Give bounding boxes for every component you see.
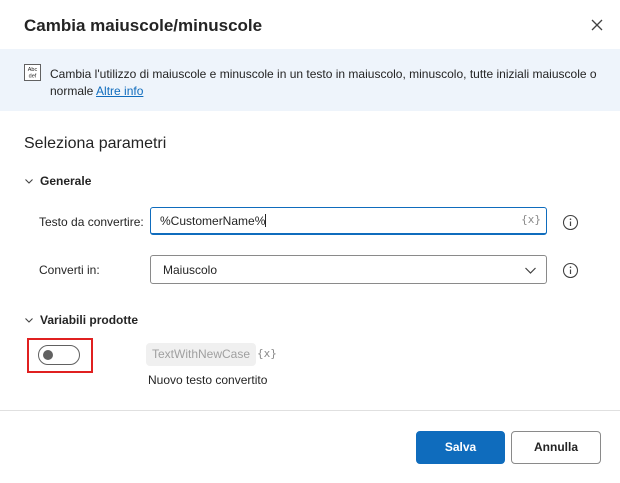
produced-variables-label: Variabili prodotte [40,313,139,327]
text-case-icon-top: Abc [28,67,38,73]
text-to-convert-input[interactable]: %CustomerName% {x} [150,207,547,235]
chevron-down-icon [25,179,33,184]
change-case-dialog: Cambia maiuscole/minuscole Abc def Cambi… [0,0,620,483]
produced-variables-group-header[interactable]: Variabili prodotte [24,313,138,327]
variable-token-icon: {x} [257,347,277,360]
variable-name-chip[interactable]: TextWithNewCase [146,343,257,366]
convert-to-select[interactable]: Maiuscolo [150,255,547,284]
close-icon [591,19,603,31]
section-title: Seleziona parametri [24,135,167,152]
info-circle-icon[interactable] [562,214,579,231]
toggle-knob [43,350,53,360]
text-caret [265,214,267,227]
text-to-convert-label: Testo da convertire: [39,215,144,229]
variable-description: Nuovo testo convertito [148,373,268,387]
dialog-title: Cambia maiuscole/minuscole [24,16,263,35]
convert-to-value: Maiuscolo [163,263,218,277]
text-to-convert-value: %CustomerName% [160,214,267,228]
footer-divider [0,410,620,411]
general-group-label: Generale [40,174,92,188]
text-to-convert-text: %CustomerName% [160,214,266,228]
chevron-down-icon [525,267,536,274]
info-description: Cambia l'utilizzo di maiuscole e minusco… [50,66,610,100]
general-group-header[interactable]: Generale [24,174,91,188]
info-circle-icon[interactable] [562,262,579,279]
chevron-down-icon [25,318,33,323]
close-button[interactable] [586,14,608,36]
produced-variable-toggle[interactable] [38,345,80,365]
cancel-button[interactable]: Annulla [511,431,601,464]
text-case-icon: Abc def [24,64,41,81]
info-bar: Abc def Cambia l'utilizzo di maiuscole e… [0,49,620,111]
text-case-icon-bottom: def [29,74,37,80]
learn-more-link[interactable]: Altre info [96,84,143,98]
convert-to-label: Converti in: [39,263,100,277]
save-button[interactable]: Salva [416,431,505,464]
variable-picker-icon[interactable]: {x} [521,213,541,226]
